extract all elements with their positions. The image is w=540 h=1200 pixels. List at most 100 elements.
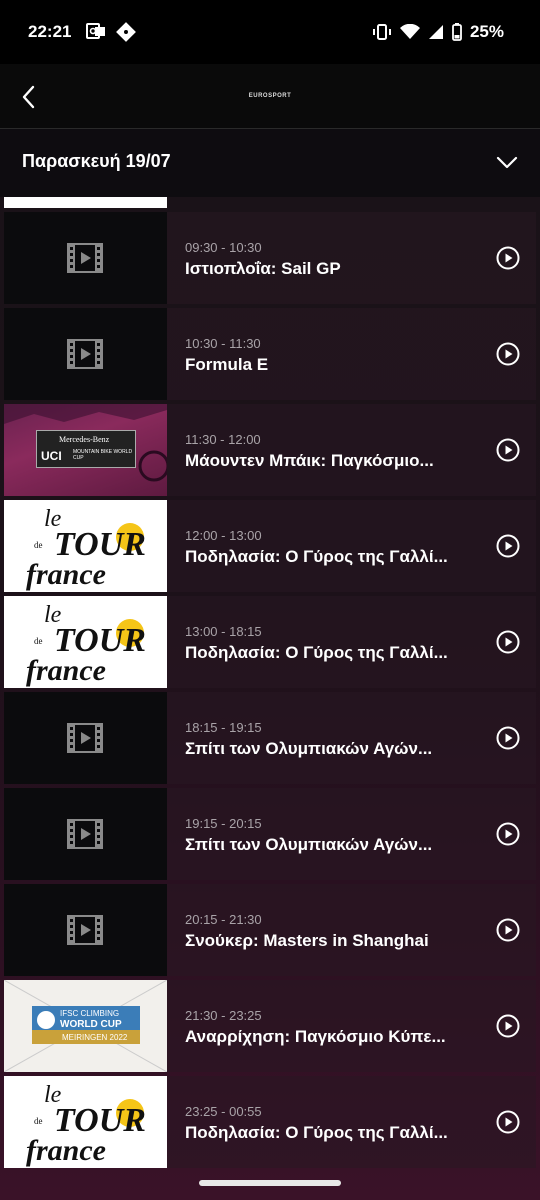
schedule-list[interactable]: 09:30 - 10:30 Ιστιοπλοΐα: Sail GP 10:30 …	[0, 197, 540, 1200]
tour-de-france-logo: le de TOUR france	[26, 1082, 146, 1167]
program-time: 09:30 - 10:30	[185, 240, 262, 255]
film-icon	[67, 243, 103, 273]
schedule-row[interactable]: 18:15 - 19:15 Σπίτι των Ολυμπιακών Αγών.…	[4, 692, 536, 784]
svg-text:de: de	[34, 540, 43, 550]
program-time: 23:25 - 00:55	[185, 1104, 262, 1119]
program-title: Αναρρίχηση: Παγκόσμιο Κύπε...	[185, 1027, 446, 1046]
program-title: Ιστιοπλοΐα: Sail GP	[185, 259, 341, 278]
program-title: Σπίτι των Ολυμπιακών Αγών...	[185, 835, 433, 854]
program-info[interactable]: 10:30 - 11:30 Formula E	[167, 308, 536, 400]
program-title: Σπίτι των Ολυμπιακών Αγών...	[185, 739, 433, 758]
svg-text:de: de	[34, 636, 43, 646]
svg-text:WORLD CUP: WORLD CUP	[60, 1019, 122, 1030]
uci-label: UCI	[41, 449, 62, 463]
svg-text:france: france	[26, 558, 106, 591]
play-icon[interactable]	[496, 534, 520, 558]
schedule-row[interactable]: 19:15 - 20:15 Σπίτι των Ολυμπιακών Αγών.…	[4, 788, 536, 880]
svg-text:france: france	[26, 654, 106, 687]
program-title: Μάουντεν Μπάικ: Παγκόσμιο...	[185, 451, 434, 470]
program-info[interactable]: 19:15 - 20:15 Σπίτι των Ολυμπιακών Αγών.…	[167, 788, 536, 880]
program-title: Formula E	[185, 355, 269, 374]
program-time: 13:00 - 18:15	[185, 624, 262, 639]
signal-icon	[428, 25, 443, 39]
program-thumbnail[interactable]	[4, 692, 167, 784]
tour-de-france-logo: le de TOUR france	[26, 602, 146, 687]
program-thumbnail[interactable]: Mercedes-Benz UCI MOUNTAIN BIKE WORLD CU…	[4, 404, 167, 496]
schedule-row[interactable]: 20:15 - 21:30 Σνούκερ: Masters in Shangh…	[4, 884, 536, 976]
program-time: 21:30 - 23:25	[185, 1008, 262, 1023]
partial-thumbnail	[4, 197, 167, 208]
program-time: 10:30 - 11:30	[185, 336, 261, 351]
eurosport-logo: EUROSPORT	[248, 93, 292, 99]
program-time: 12:00 - 13:00	[185, 528, 262, 543]
program-time: 11:30 - 12:00	[185, 432, 261, 447]
chevron-down-icon[interactable]	[496, 151, 518, 173]
wifi-icon	[399, 24, 420, 39]
schedule-row[interactable]: 10:30 - 11:30 Formula E	[4, 308, 536, 400]
status-time: 22:21	[28, 22, 72, 41]
program-thumbnail[interactable]: IFSC CLIMBING WORLD CUP MEIRINGEN 2022	[4, 980, 167, 1072]
schedule-row[interactable]: le de TOUR france 13:00 - 18:15 Ποδηλασί…	[4, 596, 536, 688]
play-icon[interactable]	[496, 342, 520, 366]
program-info[interactable]: 13:00 - 18:15 Ποδηλασία: Ο Γύρος της Γαλ…	[167, 596, 536, 688]
program-time: 19:15 - 20:15	[185, 816, 262, 831]
date-selector[interactable]: Παρασκευή 19/07	[0, 129, 540, 197]
program-info[interactable]: 23:25 - 00:55 Ποδηλασία: Ο Γύρος της Γαλ…	[167, 1076, 536, 1168]
play-icon[interactable]	[496, 246, 520, 270]
date-label: Παρασκευή 19/07	[22, 151, 171, 171]
film-icon	[67, 819, 103, 849]
svg-text:de: de	[34, 1116, 43, 1126]
mtb-sponsor: Mercedes-Benz	[59, 435, 110, 444]
puzzle-icon	[116, 22, 136, 42]
svg-text:france: france	[26, 1134, 106, 1167]
play-icon[interactable]	[496, 726, 520, 750]
tour-de-france-logo: le de TOUR france	[26, 506, 146, 591]
program-thumbnail[interactable]: le de TOUR france	[4, 500, 167, 592]
program-info[interactable]: 21:30 - 23:25 Αναρρίχηση: Παγκόσμιο Κύπε…	[167, 980, 536, 1072]
battery-icon	[452, 23, 462, 41]
mtb-world-cup-art: Mercedes-Benz UCI MOUNTAIN BIKE WORLD CU…	[4, 404, 167, 496]
program-thumbnail[interactable]	[4, 212, 167, 304]
svg-text:MEIRINGEN 2022: MEIRINGEN 2022	[62, 1033, 128, 1042]
vibrate-icon	[372, 24, 391, 40]
program-thumbnail[interactable]	[4, 308, 167, 400]
play-icon[interactable]	[496, 1014, 520, 1038]
svg-text:IFSC CLIMBING: IFSC CLIMBING	[60, 1009, 119, 1018]
play-icon[interactable]	[496, 822, 520, 846]
battery-percent: 25%	[469, 22, 504, 41]
schedule-row[interactable]: IFSC CLIMBING WORLD CUP MEIRINGEN 2022 2…	[4, 980, 536, 1072]
outlook-icon	[86, 23, 105, 39]
home-indicator[interactable]	[199, 1180, 341, 1186]
play-icon[interactable]	[496, 438, 520, 462]
mtb-caption: MOUNTAIN BIKE WORLD CUP	[73, 449, 133, 461]
program-title: Ποδηλασία: Ο Γύρος της Γαλλί...	[185, 1123, 448, 1142]
schedule-row[interactable]: 09:30 - 10:30 Ιστιοπλοΐα: Sail GP	[4, 212, 536, 304]
play-icon[interactable]	[496, 1110, 520, 1134]
film-icon	[67, 915, 103, 945]
program-thumbnail[interactable]: le de TOUR france	[4, 1076, 167, 1168]
play-icon[interactable]	[496, 918, 520, 942]
program-info[interactable]: 09:30 - 10:30 Ιστιοπλοΐα: Sail GP	[167, 212, 536, 304]
ifsc-climbing-art: IFSC CLIMBING WORLD CUP MEIRINGEN 2022	[4, 980, 167, 1072]
program-thumbnail[interactable]	[4, 788, 167, 880]
schedule-row[interactable]: le de TOUR france 23:25 - 00:55 Ποδηλασί…	[4, 1076, 536, 1168]
program-time: 18:15 - 19:15	[185, 720, 262, 735]
program-info[interactable]: 12:00 - 13:00 Ποδηλασία: Ο Γύρος της Γαλ…	[167, 500, 536, 592]
play-icon[interactable]	[496, 630, 520, 654]
mtb-logo: Mercedes-Benz UCI MOUNTAIN BIKE WORLD CU…	[36, 430, 136, 468]
status-bar: 22:21 25%	[0, 0, 540, 64]
program-time: 20:15 - 21:30	[185, 912, 262, 927]
app-bar: EUROSPORT	[0, 64, 540, 129]
program-info[interactable]: 20:15 - 21:30 Σνούκερ: Masters in Shangh…	[167, 884, 536, 976]
program-thumbnail[interactable]	[4, 884, 167, 976]
schedule-row[interactable]: le de TOUR france 12:00 - 13:00 Ποδηλασί…	[4, 500, 536, 592]
film-icon	[67, 723, 103, 753]
program-info[interactable]: 11:30 - 12:00 Μάουντεν Μπάικ: Παγκόσμιο.…	[167, 404, 536, 496]
program-title: Σνούκερ: Masters in Shanghai	[185, 931, 429, 950]
film-icon	[67, 339, 103, 369]
program-title: Ποδηλασία: Ο Γύρος της Γαλλί...	[185, 643, 448, 662]
program-title: Ποδηλασία: Ο Γύρος της Γαλλί...	[185, 547, 448, 566]
schedule-row[interactable]: Mercedes-Benz UCI MOUNTAIN BIKE WORLD CU…	[4, 404, 536, 496]
program-thumbnail[interactable]: le de TOUR france	[4, 596, 167, 688]
program-info[interactable]: 18:15 - 19:15 Σπίτι των Ολυμπιακών Αγών.…	[167, 692, 536, 784]
